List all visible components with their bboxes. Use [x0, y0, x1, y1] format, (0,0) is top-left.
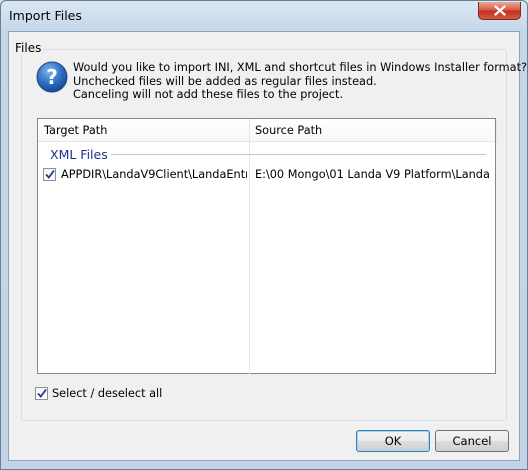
- xml-files-group-header: XML Files: [50, 147, 108, 162]
- dialog-client-area: Files ? Would you like to import INI, XM…: [8, 31, 528, 461]
- files-list-view[interactable]: Target Path Source Path XML Files APPDIR…: [37, 118, 497, 374]
- close-button[interactable]: [478, 2, 521, 20]
- checkmark-icon: [45, 169, 55, 179]
- target-path-cell: APPDIR\LandaV9Client\LandaEntry....: [61, 168, 247, 181]
- title-bar[interactable]: Import Files: [1, 1, 527, 31]
- group-header-divider: [111, 154, 486, 155]
- column-header-target-path[interactable]: Target Path: [44, 124, 107, 137]
- column-header-source-path[interactable]: Source Path: [255, 124, 322, 137]
- message-line-2: Unchecked files will be added as regular…: [73, 74, 377, 88]
- checkmark-icon: [37, 388, 47, 398]
- files-group-label: Files: [13, 41, 44, 55]
- window-title: Import Files: [9, 8, 82, 23]
- import-files-dialog: Import Files Files ? Would you like to i…: [0, 0, 528, 470]
- cancel-button[interactable]: Cancel: [435, 430, 509, 452]
- column-header-row: Target Path Source Path: [38, 119, 497, 142]
- message-line-1: Would you like to import INI, XML and sh…: [73, 61, 528, 74]
- column-divider[interactable]: [496, 119, 497, 141]
- question-icon: ?: [36, 61, 68, 93]
- select-all-label[interactable]: Select / deselect all: [52, 387, 162, 400]
- source-path-cell: E:\00 Mongo\01 Landa V9 Platform\Landa S…: [255, 168, 491, 181]
- column-divider[interactable]: [249, 119, 250, 141]
- import-message: Would you like to import INI, XML and sh…: [73, 61, 528, 102]
- row-checkbox[interactable]: [43, 168, 56, 181]
- select-all-checkbox[interactable]: [35, 387, 48, 400]
- ok-button[interactable]: OK: [356, 430, 430, 452]
- svg-text:?: ?: [46, 65, 58, 89]
- message-line-3: Canceling will not add these files to th…: [73, 88, 344, 101]
- close-icon: [494, 5, 506, 16]
- table-row[interactable]: APPDIR\LandaV9Client\LandaEntry.... E:\0…: [38, 167, 495, 184]
